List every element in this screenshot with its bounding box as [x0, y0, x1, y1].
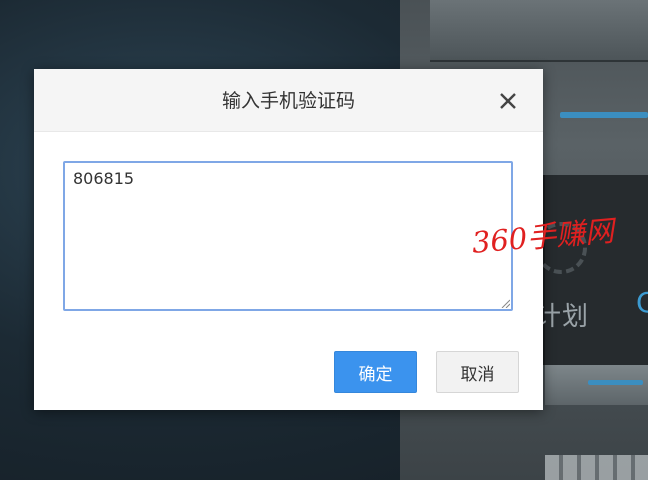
machine-screen-text: 计划 — [535, 302, 590, 332]
verification-code-input[interactable]: 806815 — [63, 161, 513, 311]
cancel-button-label: 取消 — [460, 364, 495, 385]
verification-dialog: 输入手机验证码 806815 确定 取消 — [34, 69, 543, 410]
dialog-title: 输入手机验证码 — [221, 90, 355, 112]
close-button[interactable] — [494, 87, 522, 115]
close-icon — [500, 93, 516, 109]
confirm-button-label: 确定 — [358, 364, 393, 385]
confirm-button[interactable]: 确定 — [334, 351, 417, 393]
resize-grip-icon[interactable] — [500, 298, 510, 308]
dialog-header: 输入手机验证码 — [34, 69, 543, 132]
cancel-button[interactable]: 取消 — [436, 351, 519, 393]
machine-slot-light-lower — [588, 380, 643, 385]
machine-keypad — [545, 455, 648, 480]
machine-screen-letter: C — [636, 286, 648, 319]
machine-slot-light — [560, 112, 648, 118]
machine-top-panel — [430, 0, 648, 62]
machine-card-slot — [545, 365, 648, 405]
